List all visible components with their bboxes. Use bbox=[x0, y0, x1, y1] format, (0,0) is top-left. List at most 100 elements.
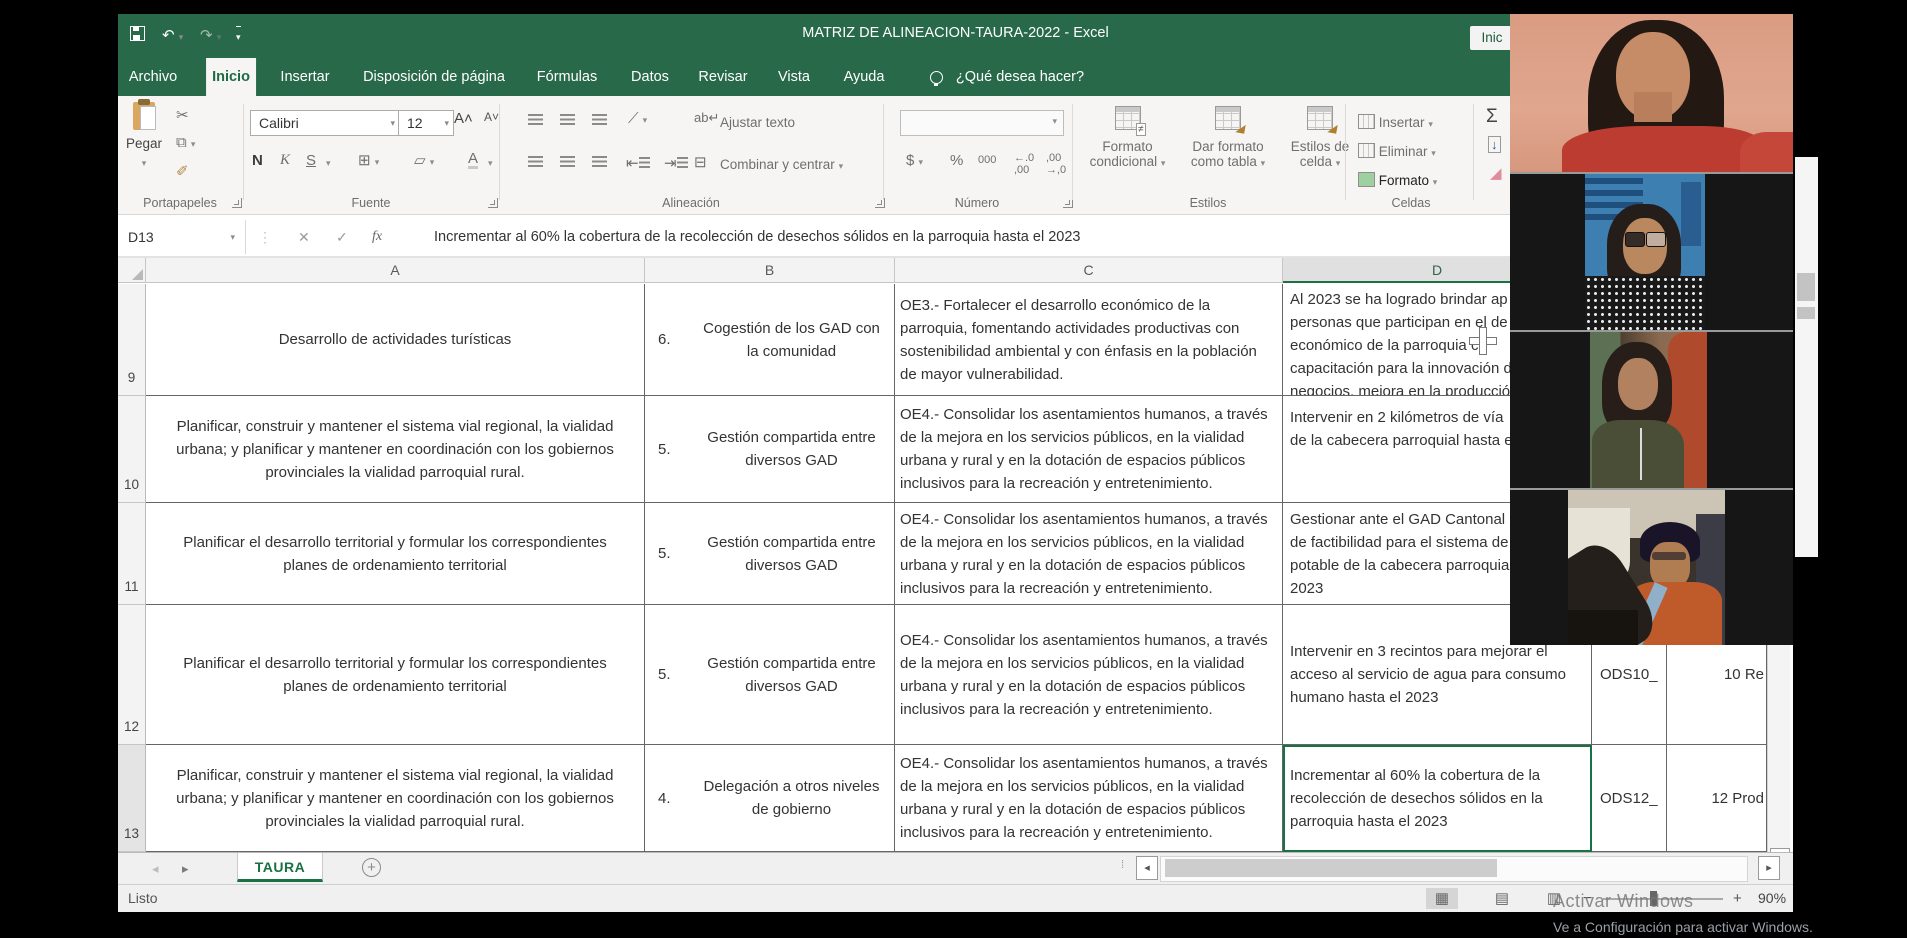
wrap-text-icon[interactable]: ab↵ bbox=[694, 110, 719, 126]
cell-c10[interactable]: OE4.- Consolidar los asentamientos human… bbox=[895, 396, 1283, 503]
cell-a9[interactable]: Desarrollo de actividades turísticas bbox=[146, 284, 645, 396]
normal-view-icon[interactable]: ▦ bbox=[1426, 888, 1458, 909]
new-sheet-icon[interactable]: + bbox=[362, 858, 381, 877]
clipboard-dialog-launcher-icon[interactable] bbox=[232, 198, 242, 208]
tab-archivo[interactable]: Archivo bbox=[123, 58, 183, 96]
underline-caret-icon[interactable]: ▾ bbox=[326, 158, 331, 169]
font-color-caret-icon[interactable]: ▾ bbox=[488, 158, 493, 169]
row-header-10[interactable]: 10 bbox=[118, 396, 146, 503]
cancel-entry-icon[interactable]: ✕ bbox=[298, 220, 310, 254]
cell-c13[interactable]: OE4.- Consolidar los asentamientos human… bbox=[895, 745, 1283, 852]
cut-icon[interactable]: ✂ bbox=[176, 106, 189, 124]
align-left-icon[interactable] bbox=[528, 154, 543, 171]
percent-format-icon[interactable]: % bbox=[950, 152, 963, 169]
bold-button[interactable]: N bbox=[252, 152, 263, 169]
hscroll-right-icon[interactable]: ▸ bbox=[1758, 856, 1780, 880]
cell-styles-button[interactable]: Estilos de celda ▾ bbox=[1281, 106, 1359, 171]
tab-ayuda[interactable]: Ayuda bbox=[838, 58, 891, 96]
tab-revisar[interactable]: Revisar bbox=[692, 58, 753, 96]
cell-c9[interactable]: OE3.- Fortalecer el desarrollo económico… bbox=[895, 284, 1283, 396]
participant-video-4[interactable] bbox=[1510, 490, 1793, 645]
participant-video-2[interactable] bbox=[1510, 174, 1793, 332]
hscroll-left-icon[interactable]: ◂ bbox=[1136, 856, 1158, 880]
col-header-a[interactable]: A bbox=[146, 258, 645, 283]
align-center-icon[interactable] bbox=[560, 154, 575, 171]
align-bottom-icon[interactable] bbox=[592, 112, 607, 129]
orientation-icon[interactable]: ⟋ ▾ bbox=[628, 110, 647, 127]
tab-formulas[interactable]: Fórmulas bbox=[531, 58, 603, 96]
page-layout-view-icon[interactable]: ▤ bbox=[1486, 888, 1518, 909]
cell-b9[interactable]: 6.Cogestión de los GAD con la comunidad bbox=[645, 284, 895, 396]
decrease-indent-icon[interactable]: ⇤ bbox=[626, 154, 650, 172]
cell-c11[interactable]: OE4.- Consolidar los asentamientos human… bbox=[895, 503, 1283, 605]
col-header-b[interactable]: B bbox=[645, 258, 895, 283]
borders-icon[interactable]: ⊞ ▾ bbox=[358, 151, 379, 169]
col-header-c[interactable]: C bbox=[895, 258, 1283, 283]
autosum-icon[interactable]: Σ bbox=[1486, 106, 1498, 128]
underline-button[interactable]: S bbox=[306, 152, 316, 169]
sheet-next-icon[interactable]: ▸ bbox=[182, 853, 189, 884]
cell-d13-active[interactable]: Incrementar al 60% la cobertura de larec… bbox=[1283, 745, 1592, 852]
format-painter-icon[interactable]: ✐ bbox=[176, 162, 189, 180]
participant-video-3[interactable] bbox=[1510, 332, 1793, 490]
clear-eraser-icon[interactable]: ◢ bbox=[1490, 164, 1502, 182]
tab-scroll-split-handle[interactable]: ⁞ bbox=[1121, 859, 1125, 871]
cell-c12[interactable]: OE4.- Consolidar los asentamientos human… bbox=[895, 605, 1283, 745]
video-panel-scrollbar[interactable] bbox=[1795, 157, 1818, 557]
row-header-13[interactable]: 13 bbox=[118, 745, 146, 852]
cell-b10[interactable]: 5.Gestión compartida entre diversos GAD bbox=[645, 396, 895, 503]
fill-down-icon[interactable]: ↓ bbox=[1488, 136, 1501, 153]
sheet-tab-taura[interactable]: TAURA bbox=[237, 853, 323, 882]
copy-icon[interactable]: ⧉ ▾ bbox=[176, 134, 195, 151]
format-cells-button[interactable]: Formato ▾ bbox=[1358, 170, 1437, 188]
delete-cells-button[interactable]: Eliminar ▾ bbox=[1358, 141, 1436, 159]
row-header-12[interactable]: 12 bbox=[118, 605, 146, 745]
cell-a12[interactable]: Planificar el desarrollo territorial y f… bbox=[146, 605, 645, 745]
row-header-11[interactable]: 11 bbox=[118, 503, 146, 605]
fill-color-icon[interactable]: ▱ ▾ bbox=[414, 151, 434, 169]
increase-decimal-icon[interactable]: ←.0,00 bbox=[1014, 152, 1034, 176]
format-as-table-button[interactable]: Dar formato como tabla ▾ bbox=[1178, 106, 1278, 171]
hscroll-thumb[interactable] bbox=[1165, 859, 1497, 877]
zoom-level[interactable]: 90% bbox=[1758, 885, 1786, 912]
participant-video-1[interactable] bbox=[1510, 14, 1793, 174]
increase-font-icon[interactable]: A˄ bbox=[454, 110, 473, 127]
font-dialog-launcher-icon[interactable] bbox=[488, 198, 498, 208]
cell-b11[interactable]: 5.Gestión compartida entre diversos GAD bbox=[645, 503, 895, 605]
decrease-font-icon[interactable]: A˅ bbox=[484, 110, 499, 124]
conditional-format-button[interactable]: ≠ Formato condicional ▾ bbox=[1080, 106, 1175, 171]
video-panel-scroll-thumb[interactable] bbox=[1797, 273, 1815, 301]
insert-function-icon[interactable]: fx bbox=[372, 220, 382, 254]
select-all-corner[interactable] bbox=[118, 258, 146, 283]
cell-a13[interactable]: Planificar, construir y mantener el sist… bbox=[146, 745, 645, 852]
font-name-select[interactable]: Calibri▾ bbox=[250, 110, 402, 136]
zoom-in-icon[interactable]: + bbox=[1733, 885, 1742, 912]
tab-vista[interactable]: Vista bbox=[772, 58, 816, 96]
wrap-text-label[interactable]: Ajustar texto bbox=[720, 115, 795, 130]
currency-format-icon[interactable]: $ ▾ bbox=[906, 152, 923, 169]
insert-cells-button[interactable]: Insertar ▾ bbox=[1358, 112, 1433, 130]
comma-format-icon[interactable]: 000 bbox=[978, 154, 996, 166]
cell-a11[interactable]: Planificar el desarrollo territorial y f… bbox=[146, 503, 645, 605]
align-right-icon[interactable] bbox=[592, 154, 607, 171]
cell-a10[interactable]: Planificar, construir y mantener el sist… bbox=[146, 396, 645, 503]
decrease-decimal-icon[interactable]: ,00→,0 bbox=[1046, 152, 1066, 176]
font-size-select[interactable]: 12▾ bbox=[398, 110, 454, 136]
number-format-select[interactable]: ▾ bbox=[900, 110, 1064, 136]
align-middle-icon[interactable] bbox=[560, 112, 575, 129]
paste-button[interactable]: Pegar ▾ bbox=[122, 102, 166, 194]
cell-b13[interactable]: 4.Delegación a otros niveles de gobierno bbox=[645, 745, 895, 852]
italic-button[interactable]: K bbox=[280, 152, 290, 169]
merge-center-icon[interactable]: ⊟ bbox=[694, 153, 707, 171]
signin-button[interactable]: Inic bbox=[1470, 26, 1514, 50]
horizontal-scrollbar[interactable] bbox=[1160, 856, 1748, 882]
cell-e13[interactable]: ODS12_ bbox=[1592, 745, 1667, 852]
confirm-entry-icon[interactable]: ✓ bbox=[336, 220, 348, 254]
name-box[interactable]: D13▾ bbox=[118, 220, 246, 254]
increase-indent-icon[interactable]: ⇥ bbox=[664, 154, 688, 172]
cell-b12[interactable]: 5.Gestión compartida entre diversos GAD bbox=[645, 605, 895, 745]
tab-disposicion[interactable]: Disposición de página bbox=[357, 58, 511, 96]
tellme-search[interactable]: ¿Qué desea hacer? bbox=[950, 58, 1090, 96]
align-top-icon[interactable] bbox=[528, 112, 543, 129]
tab-inicio[interactable]: Inicio bbox=[206, 58, 256, 96]
